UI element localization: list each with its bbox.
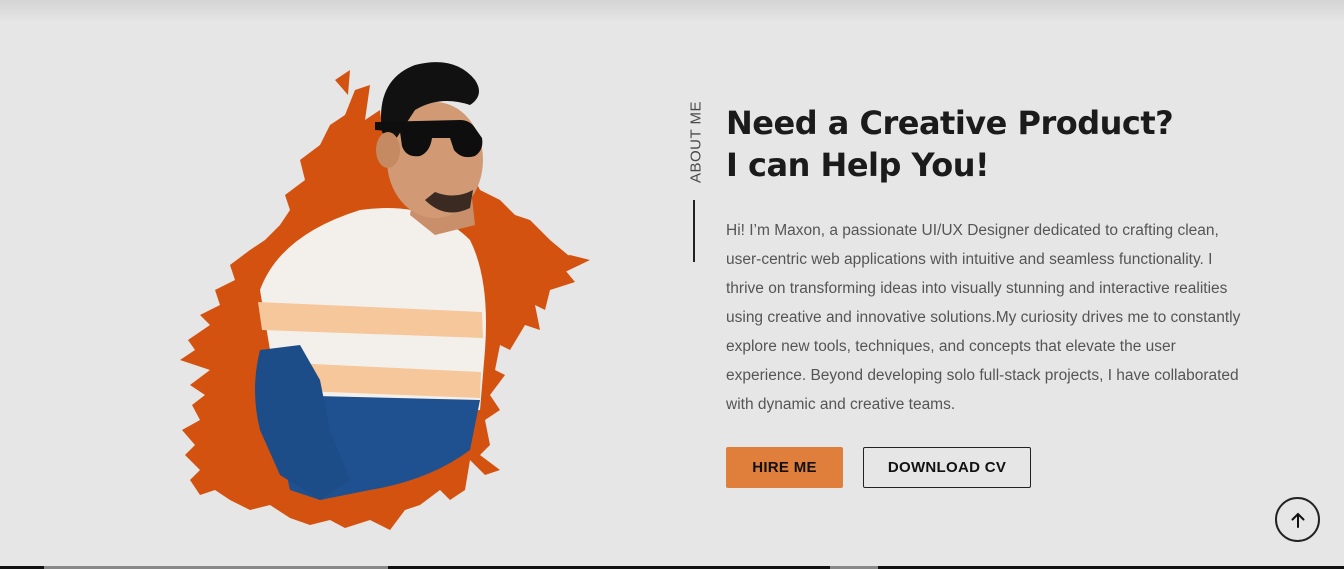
heading-line-2: I can Help You! [726,146,990,184]
portrait-image [180,62,590,530]
scroll-to-top-button[interactable] [1275,497,1320,542]
download-cv-button[interactable]: DOWNLOAD CV [863,447,1031,488]
arrow-up-icon [1291,512,1304,528]
about-divider-line [693,200,695,262]
about-me-text: ABOUT ME [687,100,705,184]
about-me-label: ABOUT ME [685,100,707,184]
section-heading: Need a Creative Product? I can Help You! [726,102,1174,186]
heading-line-1: Need a Creative Product? [726,104,1174,142]
bio-paragraph: Hi! I’m Maxon, a passionate UI/UX Design… [726,222,1241,413]
hire-me-button[interactable]: HIRE ME [726,447,843,488]
top-shadow [0,0,1344,22]
